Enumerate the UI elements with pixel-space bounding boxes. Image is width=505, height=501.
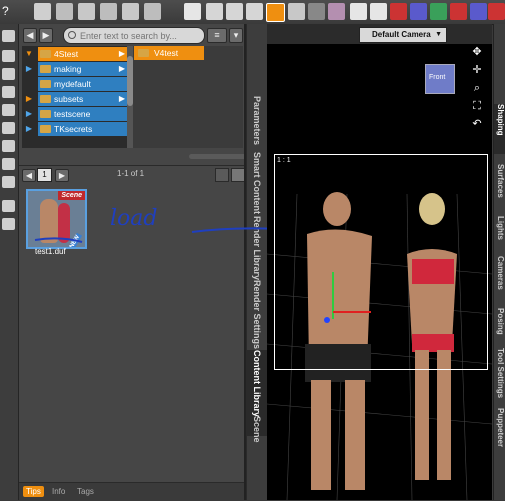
zoom-icon[interactable]: ⌕ (471, 82, 483, 94)
tab-lights[interactable]: Lights (494, 216, 505, 250)
render-frame: 1 : 1 (274, 154, 488, 370)
underline-stroke (34, 237, 83, 243)
viewport[interactable]: Default Camera ▼ 1 : 1 Front ✥ ✛ ⌕ ⛶ ↶ (267, 24, 492, 500)
tab-posing[interactable]: Posing (494, 308, 505, 346)
reset-icon[interactable]: ↶ (471, 118, 483, 130)
annotation-text: load (110, 206, 157, 231)
tab-cameras[interactable]: Cameras (494, 256, 505, 302)
tab-puppeteer[interactable]: Puppeteer (494, 408, 505, 464)
frame-label: 1 : 1 (277, 157, 291, 164)
pan-icon[interactable]: ✛ (471, 64, 483, 76)
view-cube[interactable]: Front (425, 64, 455, 94)
right-tab-strip: Shaping Surfaces Lights Cameras Posing T… (493, 24, 505, 500)
tab-tool-settings[interactable]: Tool Settings (494, 348, 505, 404)
chevron-down-icon: ▼ (435, 31, 442, 38)
camera-selector[interactable]: Default Camera ▼ (359, 27, 447, 43)
tab-shaping[interactable]: Shaping (494, 104, 505, 154)
tab-surfaces[interactable]: Surfaces (494, 164, 505, 214)
orbit-icon[interactable]: ✥ (471, 46, 483, 58)
frame-icon[interactable]: ⛶ (471, 100, 483, 112)
viewport-header: Default Camera ▼ (267, 24, 492, 44)
